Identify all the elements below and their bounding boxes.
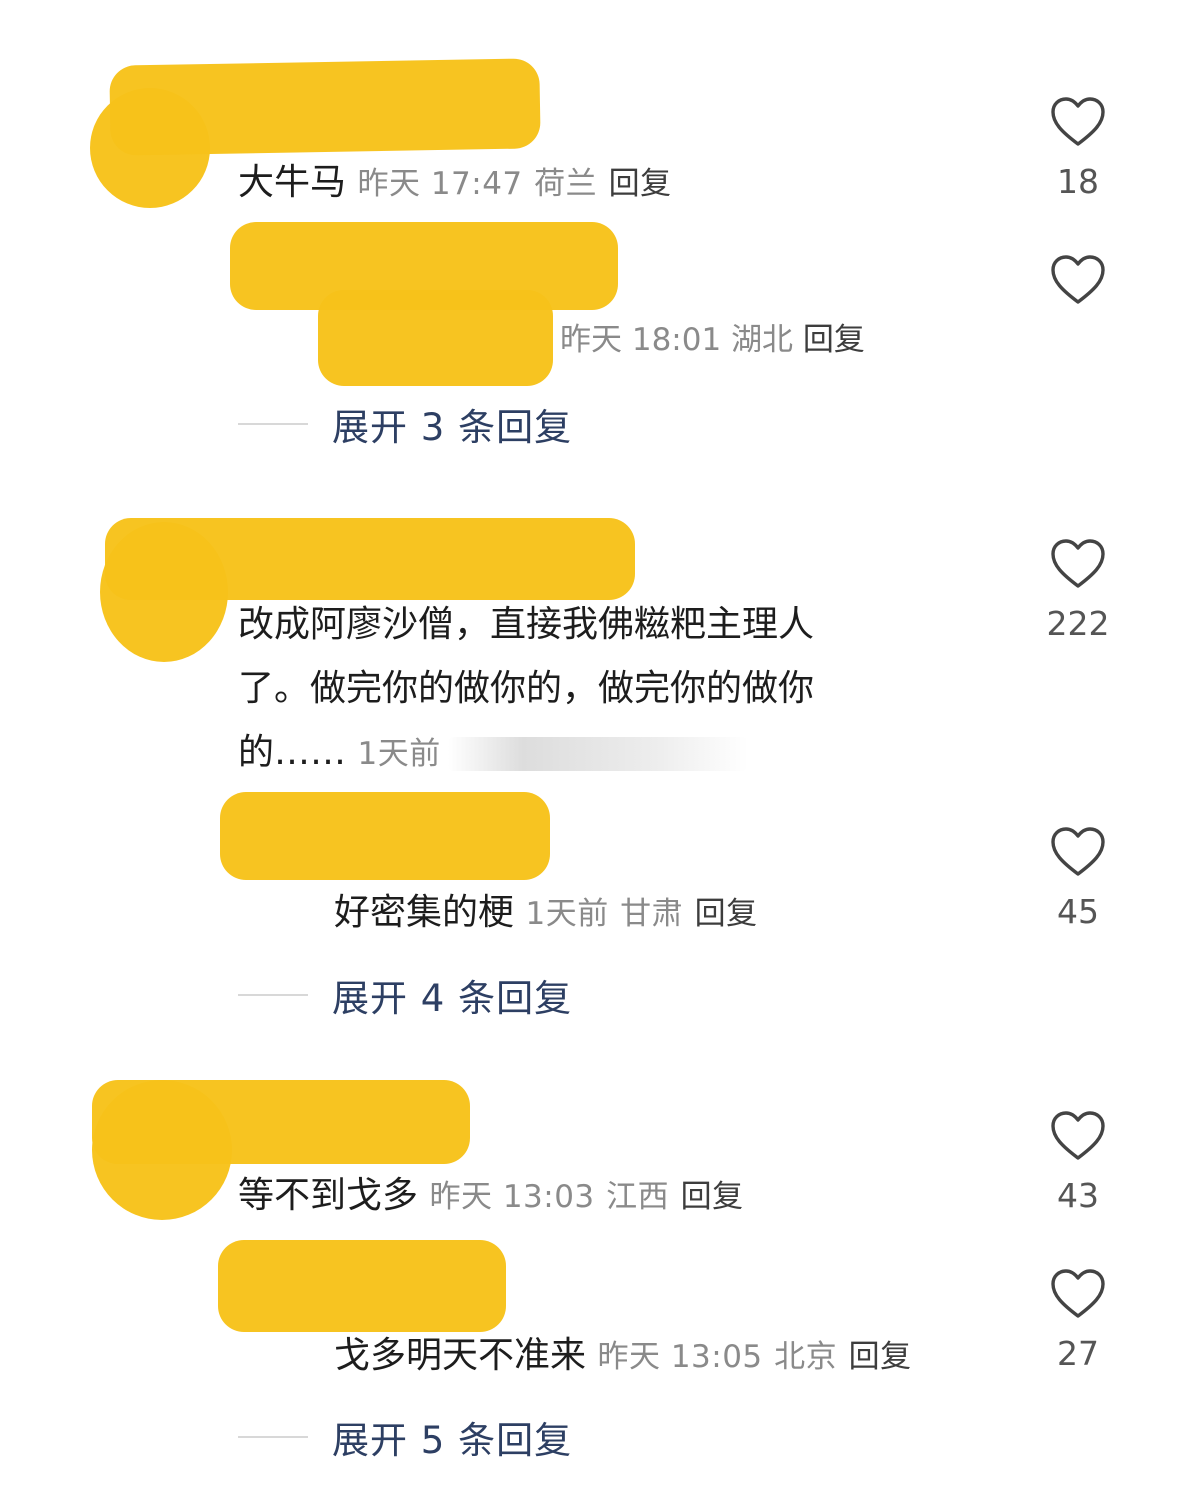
reply-button[interactable]: 回复	[609, 166, 672, 202]
heart-outline-icon[interactable]	[1050, 1110, 1106, 1162]
like-count: 45	[1057, 892, 1099, 931]
like-count: 43	[1057, 1176, 1099, 1215]
heart-outline-icon[interactable]	[1050, 826, 1106, 878]
reply-button[interactable]: 回复	[695, 896, 758, 932]
like-area-3-reply: 27	[1028, 1268, 1128, 1374]
comment-2-line-2: 了。做完你的做你的，做完你的做你	[238, 668, 815, 709]
reply-time: 1天前	[525, 896, 609, 932]
reply-button[interactable]: 回复	[803, 322, 865, 358]
comment-location: 江西	[606, 1179, 670, 1215]
expand-label: 展开 4 条回复	[332, 977, 573, 1020]
comment-time: 1天前	[357, 736, 441, 772]
reply-location: 湖北	[731, 322, 794, 358]
expand-label: 展开 5 条回复	[332, 1419, 573, 1462]
like-area-2-reply: 45	[1028, 826, 1128, 932]
divider-line	[238, 1436, 308, 1438]
comment-text: 大牛马	[238, 162, 347, 203]
reply-text-redacted	[318, 290, 553, 386]
like-area-3: 43	[1028, 1110, 1128, 1216]
reply-username-redacted	[220, 792, 550, 880]
comment-2-line-3: 的…… 1天前	[238, 732, 441, 775]
like-area-1-reply	[1028, 254, 1128, 306]
reply-meta-1: 昨天 18:01 湖北 回复	[560, 320, 865, 360]
comment-1: 大牛马 昨天 17:47 荷兰 回复	[238, 162, 672, 205]
heart-outline-icon[interactable]	[1050, 538, 1106, 590]
reply-location: 甘肃	[620, 896, 684, 932]
divider-line	[238, 423, 308, 425]
expand-label: 展开 3 条回复	[332, 406, 573, 449]
comment-2-line-1: 改成阿廖沙僧，直接我佛糍粑主理人	[238, 604, 815, 645]
like-count: 27	[1057, 1334, 1099, 1373]
reply-time: 昨天 13:05	[597, 1339, 763, 1375]
reply-time: 昨天 18:01	[560, 322, 722, 358]
heart-outline-icon[interactable]	[1050, 96, 1106, 148]
expand-replies-button[interactable]: 展开 5 条回复	[238, 1415, 572, 1462]
divider-line	[238, 994, 308, 996]
username-redacted	[109, 58, 541, 156]
like-count: 18	[1057, 162, 1099, 201]
comment-time: 昨天 13:03	[429, 1179, 595, 1215]
reply-text: 戈多明天不准来	[334, 1335, 587, 1376]
expand-replies-button[interactable]: 展开 3 条回复	[238, 402, 572, 449]
heart-outline-icon[interactable]	[1050, 254, 1106, 306]
reply-button[interactable]: 回复	[681, 1179, 744, 1215]
expand-replies-button[interactable]: 展开 4 条回复	[238, 973, 572, 1020]
comment-text: 的……	[238, 732, 347, 773]
like-area-1: 18	[1028, 96, 1128, 202]
reply-location: 北京	[774, 1339, 838, 1375]
heart-outline-icon[interactable]	[1050, 1268, 1106, 1320]
like-area-2: 222	[1028, 538, 1128, 644]
like-count: 222	[1046, 604, 1110, 643]
reply-3: 戈多明天不准来 昨天 13:05 北京 回复	[334, 1335, 912, 1378]
reply-text: 好密集的梗	[334, 892, 515, 933]
reply-button[interactable]: 回复	[849, 1339, 912, 1375]
comment-time: 昨天 17:47	[357, 166, 523, 202]
reply-username-redacted	[218, 1240, 506, 1332]
username-redacted	[92, 1080, 470, 1164]
comment-location: 荷兰	[534, 166, 598, 202]
blurred-meta	[448, 737, 748, 771]
comment-3: 等不到戈多 昨天 13:03 江西 回复	[238, 1175, 744, 1218]
comment-text: 等不到戈多	[238, 1175, 419, 1216]
username-redacted	[105, 518, 635, 600]
reply-2: 好密集的梗 1天前 甘肃 回复	[334, 892, 758, 935]
